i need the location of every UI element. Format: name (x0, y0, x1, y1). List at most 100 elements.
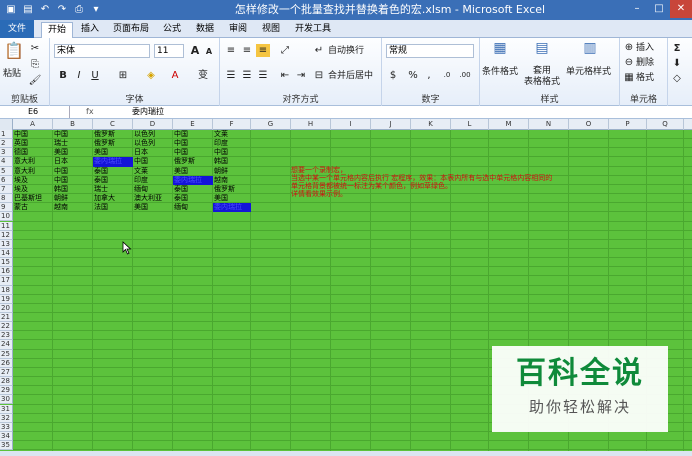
row-header-35[interactable]: 35 (0, 441, 13, 451)
cell-a4[interactable]: 意大利 (13, 157, 53, 166)
row-header-4[interactable]: 4 (0, 157, 13, 167)
column-header-o[interactable]: O (569, 119, 609, 130)
insert-cells-icon[interactable]: ⊕ (622, 41, 636, 54)
merge-center-icon[interactable]: ⊟ (312, 69, 326, 82)
column-header-h[interactable]: H (291, 119, 331, 130)
cell-a1[interactable]: 中国 (13, 130, 53, 139)
cell-c7[interactable]: 瑞士 (93, 185, 133, 194)
cell-d9[interactable]: 美国 (133, 203, 173, 212)
cell-d5[interactable]: 文莱 (133, 167, 173, 176)
cell-c5[interactable]: 泰国 (93, 167, 133, 176)
copy-icon[interactable]: ⎘ (28, 58, 42, 71)
currency-icon[interactable]: $ (386, 69, 400, 82)
align-left-icon[interactable]: ☰ (224, 69, 238, 82)
print-icon[interactable]: ⎙ (72, 3, 86, 17)
tab-formulas[interactable]: 公式 (158, 22, 186, 38)
column-header-j[interactable]: J (371, 119, 411, 130)
format-cells-icon[interactable]: ▦ (622, 71, 636, 84)
row-header-20[interactable]: 20 (0, 303, 13, 313)
column-header-m[interactable]: M (489, 119, 529, 130)
column-header-b[interactable]: B (53, 119, 93, 130)
grow-font-button[interactable]: A (188, 44, 202, 57)
tab-view[interactable]: 视图 (257, 22, 285, 38)
cell-c8[interactable]: 加拿大 (93, 194, 133, 203)
format-as-table-button[interactable]: 套用 表格格式 (524, 66, 560, 88)
fill-color-icon[interactable]: ◈ (144, 69, 158, 82)
cell-f5[interactable]: 朝鲜 (213, 167, 251, 176)
conditional-format-button[interactable]: 条件格式 (482, 66, 518, 78)
underline-button[interactable]: U (88, 69, 102, 82)
align-bottom-icon[interactable]: ≡ (256, 44, 270, 57)
cell-styles-icon[interactable]: ▥ (580, 41, 600, 60)
cell-d2[interactable]: 以色列 (133, 139, 173, 148)
row-header-24[interactable]: 24 (0, 340, 13, 350)
row-header-16[interactable]: 16 (0, 267, 13, 277)
orientation-icon[interactable]: ⤢ (278, 44, 292, 57)
font-name-select[interactable]: 宋体 (54, 44, 150, 58)
row-header-26[interactable]: 26 (0, 358, 13, 368)
tab-insert[interactable]: 插入 (76, 22, 104, 38)
comma-icon[interactable]: , (422, 69, 436, 82)
row-header-29[interactable]: 29 (0, 386, 13, 396)
align-right-icon[interactable]: ☰ (256, 69, 270, 82)
cell-b3[interactable]: 美国 (53, 148, 93, 157)
cell-a9[interactable]: 蒙古 (13, 203, 53, 212)
format-painter-icon[interactable]: 🖌 (28, 74, 42, 87)
cell-b4[interactable]: 日本 (53, 157, 93, 166)
number-format-select[interactable]: 常规 (386, 44, 474, 58)
cell-c6[interactable]: 泰国 (93, 176, 133, 185)
column-header-g[interactable]: G (251, 119, 291, 130)
column-header-n[interactable]: N (529, 119, 569, 130)
align-center-icon[interactable]: ☰ (240, 69, 254, 82)
cell-c2[interactable]: 俄罗斯 (93, 139, 133, 148)
percent-icon[interactable]: % (406, 69, 420, 82)
cell-e6[interactable]: 委内瑞拉 (173, 175, 213, 185)
column-header-a[interactable]: A (13, 119, 53, 130)
cell-c4[interactable]: 委内瑞拉 (93, 157, 133, 167)
tab-file[interactable]: 文件 (0, 20, 34, 38)
align-top-icon[interactable]: ≡ (224, 44, 238, 57)
cell-d7[interactable]: 缅甸 (133, 185, 173, 194)
row-header-23[interactable]: 23 (0, 331, 13, 341)
decrease-decimal-icon[interactable]: .00 (458, 69, 472, 82)
cell-e3[interactable]: 中国 (173, 148, 213, 157)
cell-b6[interactable]: 中国 (53, 176, 93, 185)
delete-cells-icon[interactable]: ⊖ (622, 56, 636, 69)
border-icon[interactable]: ⊞ (116, 69, 130, 82)
cell-e9[interactable]: 缅甸 (173, 203, 213, 212)
cell-e5[interactable]: 美国 (173, 167, 213, 176)
cell-b7[interactable]: 韩国 (53, 185, 93, 194)
cell-a2[interactable]: 英国 (13, 139, 53, 148)
row-header-15[interactable]: 15 (0, 258, 13, 268)
bold-button[interactable]: B (56, 69, 70, 82)
delete-cells-button[interactable]: 删除 (636, 57, 654, 69)
paste-icon[interactable]: 📋 (4, 43, 24, 64)
format-as-table-icon[interactable]: ▤ (532, 41, 552, 60)
row-header-13[interactable]: 13 (0, 239, 13, 249)
customize-qat-icon[interactable]: ▾ (89, 3, 103, 17)
maximize-button[interactable]: □ (648, 0, 670, 18)
column-header-q[interactable]: Q (647, 119, 684, 130)
cell-a6[interactable]: 埃及 (13, 176, 53, 185)
cell-b1[interactable]: 中国 (53, 130, 93, 139)
paste-button[interactable]: 粘贴 (3, 68, 21, 80)
cell-a3[interactable]: 德国 (13, 148, 53, 157)
cell-e2[interactable]: 中国 (173, 139, 213, 148)
cell-d8[interactable]: 澳大利亚 (133, 194, 173, 203)
row-header-33[interactable]: 33 (0, 422, 13, 432)
cell-b8[interactable]: 朝鲜 (53, 194, 93, 203)
column-header-k[interactable]: K (411, 119, 451, 130)
cell-f6[interactable]: 越南 (213, 176, 251, 185)
name-box[interactable]: E6 (0, 106, 70, 118)
cell-f4[interactable]: 韩国 (213, 157, 251, 166)
column-header-c[interactable]: C (93, 119, 133, 130)
merge-center-button[interactable]: 合并后居中 (328, 70, 373, 82)
column-header-l[interactable]: L (451, 119, 489, 130)
font-size-select[interactable]: 11 (154, 44, 184, 58)
cell-e4[interactable]: 俄罗斯 (173, 157, 213, 166)
cell-d3[interactable]: 日本 (133, 148, 173, 157)
tab-page-layout[interactable]: 页面布局 (108, 22, 154, 38)
row-header-7[interactable]: 7 (0, 184, 13, 195)
cell-f3[interactable]: 中国 (213, 148, 251, 157)
cell-d6[interactable]: 印度 (133, 176, 173, 185)
